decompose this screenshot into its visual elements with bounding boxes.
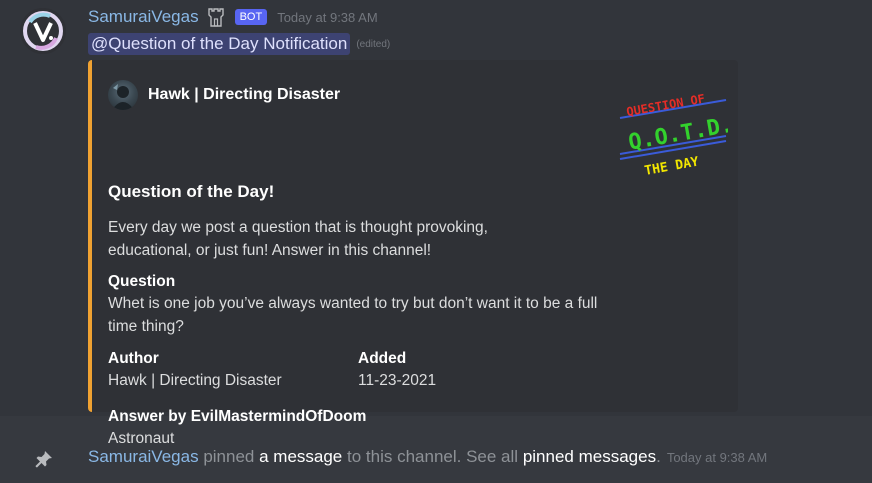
message-header: SamuraiVegas BOT Today at 9:38 AM	[88, 6, 378, 28]
system-text-pinned: pinned	[203, 447, 255, 466]
embed-thumbnail[interactable]: QUESTION OF Q.O.T.D. THE DAY	[618, 80, 735, 180]
field-added: Added 11-23-2021	[358, 349, 558, 392]
field-value: Whet is one job you’ve always wanted to …	[108, 295, 598, 335]
embed-title: Question of the Day!	[108, 182, 275, 201]
embed: Hawk | Directing Disaster Question of th…	[88, 60, 738, 447]
bot-tag: BOT	[234, 9, 268, 25]
thumbnail-line1: QUESTION OF	[625, 91, 706, 119]
embed-description: Every day we post a question that is tho…	[108, 219, 488, 259]
system-text-period: .	[656, 447, 661, 466]
embed-author-name: Hawk | Directing Disaster	[148, 86, 341, 103]
field-author: Author Hawk | Directing Disaster	[108, 349, 348, 392]
v-logo-icon[interactable]	[20, 8, 66, 54]
pin-icon	[34, 449, 54, 469]
field-value: Hawk | Directing Disaster	[108, 372, 282, 389]
thumbnail-line3: THE DAY	[643, 155, 700, 179]
field-value: 11-23-2021	[358, 372, 437, 389]
system-message-text: SamuraiVegas pinned a message to this ch…	[88, 447, 767, 467]
edited-label: (edited)	[356, 38, 391, 50]
pinned-message-link[interactable]: a message	[259, 447, 342, 467]
message-content: @Question of the Day Notification (edite…	[88, 32, 390, 56]
field-name: Answer by EvilMastermindOfDoom	[108, 408, 367, 425]
username[interactable]: SamuraiVegas	[88, 7, 199, 27]
field-name: Author	[108, 350, 159, 367]
pinned-messages-link[interactable]: pinned messages	[523, 447, 656, 467]
castle-tower-icon	[205, 6, 227, 28]
field-name: Question	[108, 273, 176, 290]
system-username[interactable]: SamuraiVegas	[88, 447, 199, 467]
field-question: Question Whet is one job you’ve always w…	[108, 272, 608, 338]
field-name: Added	[358, 350, 407, 367]
system-text-middle: to this channel. See all	[347, 447, 519, 466]
embed-author: Hawk | Directing Disaster	[108, 80, 340, 110]
author-avatar	[108, 80, 138, 110]
role-mention[interactable]: @Question of the Day Notification	[88, 33, 351, 55]
message-timestamp[interactable]: Today at 9:38 AM	[277, 10, 377, 25]
system-timestamp[interactable]: Today at 9:38 AM	[667, 450, 767, 465]
